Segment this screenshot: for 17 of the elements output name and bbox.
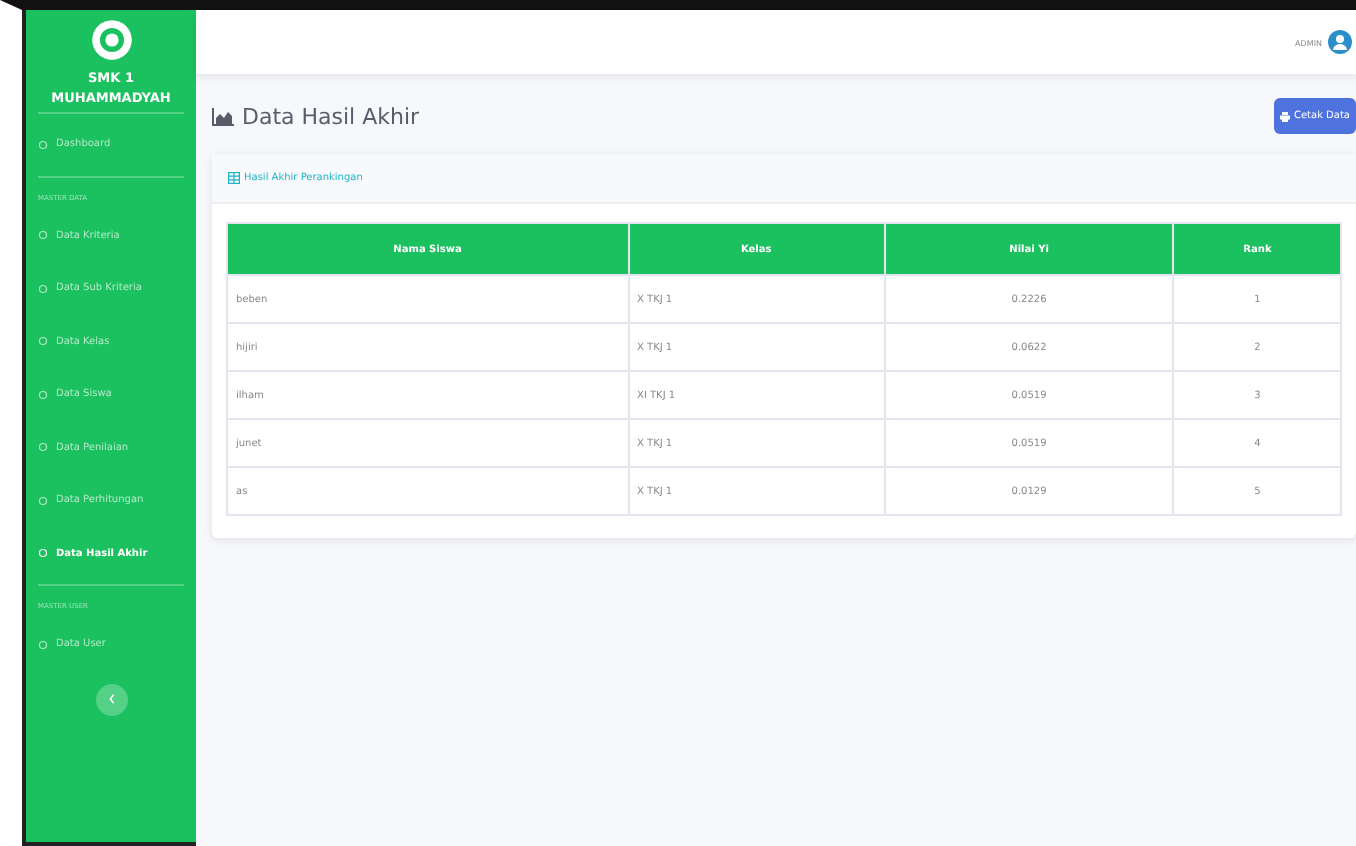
menu-item-icon <box>38 548 48 559</box>
logo-icon <box>89 18 133 62</box>
menu-item-icon <box>38 639 48 650</box>
area-chart-icon <box>212 107 234 125</box>
menu-item-icon <box>38 336 48 347</box>
user-avatar-icon[interactable] <box>1328 30 1352 54</box>
menu-item-icon <box>38 139 48 150</box>
page-title: Data Hasil Akhir <box>242 103 420 129</box>
menu-item-icon <box>38 495 48 506</box>
chevron-left-icon <box>107 694 115 704</box>
sidebar-toggle-button[interactable] <box>95 683 127 715</box>
printer-icon <box>1279 111 1290 121</box>
table-icon <box>228 172 240 184</box>
menu-item-icon <box>38 389 48 400</box>
menu-item-icon <box>38 230 48 241</box>
menu-item-icon <box>38 283 48 294</box>
menu-item-icon <box>38 442 48 453</box>
